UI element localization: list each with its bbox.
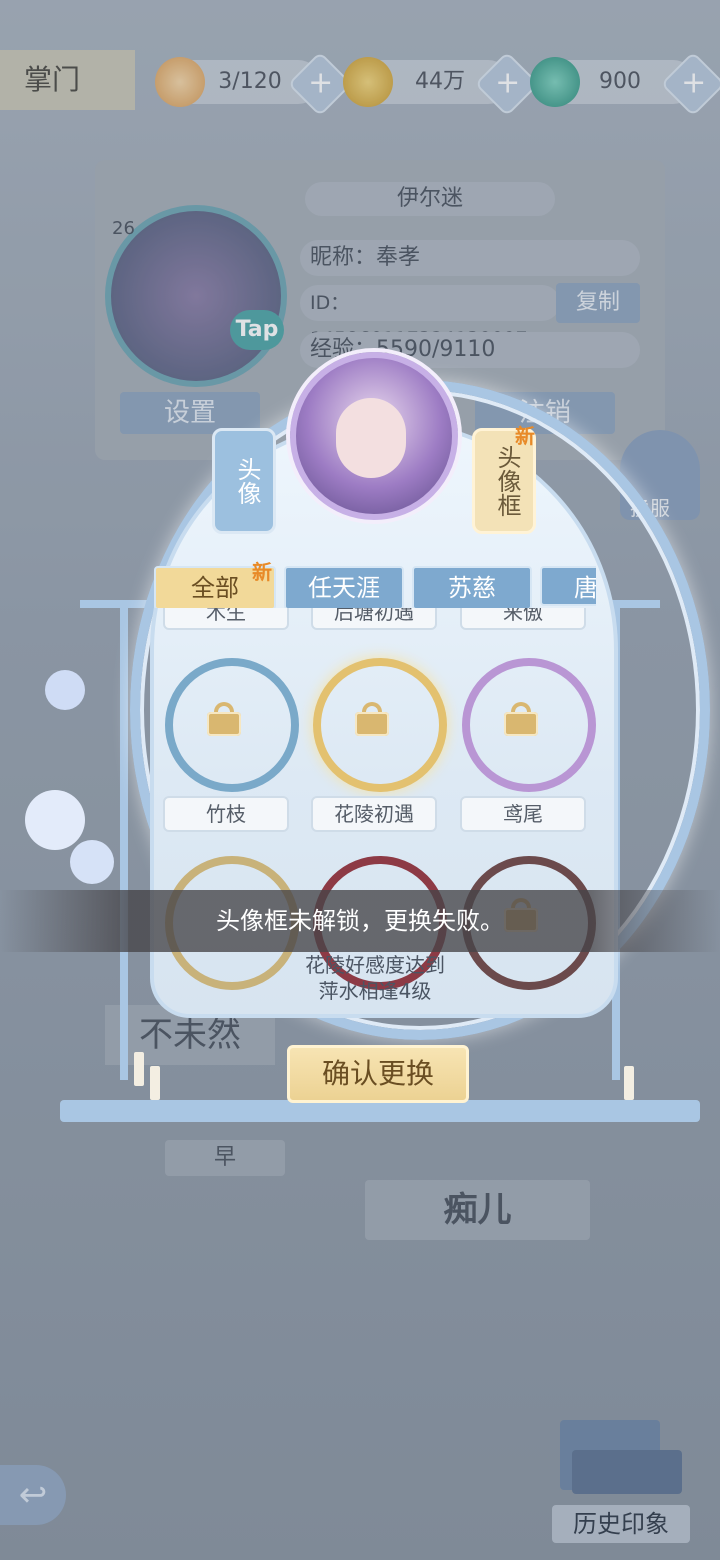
candle-icon [134,1052,144,1086]
avatar-tab-scroll[interactable]: 头像 [212,428,276,534]
tab-su-ci[interactable]: 苏慈 [412,566,532,608]
toast-message: 头像框未解锁，更换失败。 [216,907,504,935]
tab-tang[interactable]: 唐 [540,566,596,606]
tab-ren-tianya[interactable]: 任天涯 [284,566,404,608]
blossom-branch-decoration [15,660,135,920]
current-avatar-preview [290,352,458,520]
unlock-condition-line-1: 花陵好感度达到 [305,953,445,977]
lock-icon [207,702,241,736]
stand-base [60,1100,700,1122]
frame-label-cut-3[interactable]: 来傲 [460,608,586,630]
candle-icon [624,1066,634,1100]
confirm-change-button[interactable]: 确认更换 [287,1045,469,1103]
character-tabs: 全部 任天涯 苏慈 唐 [150,562,596,608]
unlock-condition: 花陵好感度达到 萍水相逢4级 [250,952,500,1004]
frame-label-cut-1[interactable]: 木生 [163,608,289,630]
frame-label-yuanwei[interactable]: 鸢尾 [460,796,586,832]
frame-new-tag: 新 [515,424,535,448]
frame-label-zhuzhi[interactable]: 竹枝 [163,796,289,832]
unlock-condition-line-2: 萍水相逢4级 [318,979,432,1003]
candle-icon [150,1066,160,1100]
tab-all-new-tag: 新 [252,560,272,584]
lock-icon [504,702,538,736]
frame-label-cut-2[interactable]: 后塘初遇 [311,608,437,630]
lock-icon [355,702,389,736]
frame-label-hualing-chuyu[interactable]: 花陵初遇 [311,796,437,832]
